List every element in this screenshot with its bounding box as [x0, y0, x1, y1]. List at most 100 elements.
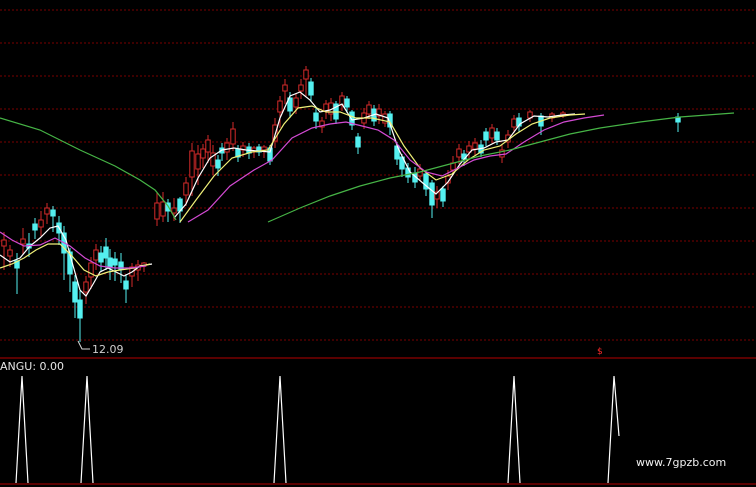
candle: [323, 100, 329, 119]
indicator-spike: [273, 375, 287, 484]
signal-marker: $: [597, 347, 603, 357]
candle-body: [277, 100, 283, 113]
candle-body: [32, 223, 38, 231]
indicator-spike: [507, 375, 521, 484]
candle-body: [440, 188, 446, 202]
candle: [93, 244, 99, 270]
candle: [339, 92, 345, 111]
candle-body: [456, 148, 462, 158]
candle-body: [511, 118, 517, 128]
candle-body: [183, 182, 189, 196]
candle: [129, 263, 135, 287]
candle: [98, 246, 104, 272]
candle-body: [50, 209, 56, 217]
candle: [83, 276, 89, 304]
indicator-spike: [80, 375, 94, 484]
indicator-spike: [15, 375, 29, 484]
candle-body: [261, 146, 267, 151]
candle: [20, 228, 26, 254]
candle-body: [303, 69, 309, 80]
candle-body: [72, 281, 78, 303]
candle: [527, 110, 533, 122]
candle: [489, 124, 495, 143]
candle: [516, 113, 522, 132]
candle-body: [160, 201, 166, 217]
candle-series: [1, 66, 681, 342]
candle-body: [355, 136, 361, 148]
candle: [235, 145, 241, 162]
ma-long-line: [187, 114, 605, 223]
candle-body: [282, 84, 288, 92]
candle-body: [189, 150, 195, 178]
candle-body: [195, 153, 201, 170]
candle: [112, 252, 118, 281]
candle: [282, 79, 288, 104]
ma-trend-line-left: [0, 117, 177, 221]
candle-body: [7, 249, 13, 257]
candle-body: [344, 98, 350, 108]
candle: [200, 144, 206, 168]
candle-body: [77, 299, 83, 319]
candle: [123, 274, 129, 303]
candle: [165, 199, 171, 222]
candle: [135, 260, 141, 281]
ma-long-line-left: [0, 231, 147, 269]
low-price-pointer: [77, 340, 90, 350]
candle-body: [103, 246, 109, 259]
candle-body: [429, 182, 435, 206]
candle: [434, 186, 440, 208]
low-price-label: 12.09: [92, 343, 124, 356]
candle-body: [171, 207, 177, 214]
candle: [472, 138, 478, 155]
candle: [154, 193, 160, 226]
candle-body: [313, 112, 319, 122]
candle: [303, 66, 309, 96]
candle: [675, 113, 681, 132]
candle: [210, 145, 216, 175]
candle: [219, 143, 225, 161]
candle: [1, 232, 7, 270]
candle: [256, 144, 262, 156]
candle: [230, 122, 236, 151]
low-price-annotation: [77, 340, 90, 350]
candle: [399, 154, 405, 177]
candle: [160, 192, 166, 222]
candle-body: [154, 202, 160, 220]
candle-body: [405, 167, 411, 178]
candle: [313, 108, 319, 129]
candle-body: [123, 280, 129, 290]
candle-body: [494, 131, 500, 141]
candle: [246, 143, 252, 159]
watermark-text: www.7gpzb.com: [636, 456, 727, 469]
candle-body: [472, 142, 478, 150]
price-grid: [0, 9, 756, 485]
candle-body: [98, 252, 104, 263]
candle-body: [483, 131, 489, 141]
candle-body: [215, 159, 221, 169]
candle-body: [230, 128, 236, 145]
candle-body: [20, 238, 26, 245]
indicator-spike: [607, 375, 620, 484]
candle-body: [205, 139, 211, 153]
indicator-label: ANGU: 0.00: [0, 360, 65, 373]
candle: [308, 78, 314, 102]
candle-body: [489, 127, 495, 139]
candle-body: [112, 258, 118, 266]
candle: [355, 133, 361, 154]
candle: [44, 203, 50, 224]
candle: [483, 128, 489, 146]
ma-trend-line: [267, 112, 735, 223]
candle-body: [293, 97, 299, 108]
candle-body: [1, 239, 7, 247]
candle-body: [308, 81, 314, 96]
candle: [382, 111, 388, 127]
candle-body: [200, 148, 206, 159]
candle-body: [38, 219, 44, 228]
candle: [38, 211, 44, 236]
candle-body: [93, 249, 99, 261]
candle: [72, 275, 78, 318]
candle: [298, 79, 304, 99]
candle-body: [83, 281, 89, 293]
candlestick-chart: [0, 9, 756, 485]
candle: [32, 218, 38, 239]
